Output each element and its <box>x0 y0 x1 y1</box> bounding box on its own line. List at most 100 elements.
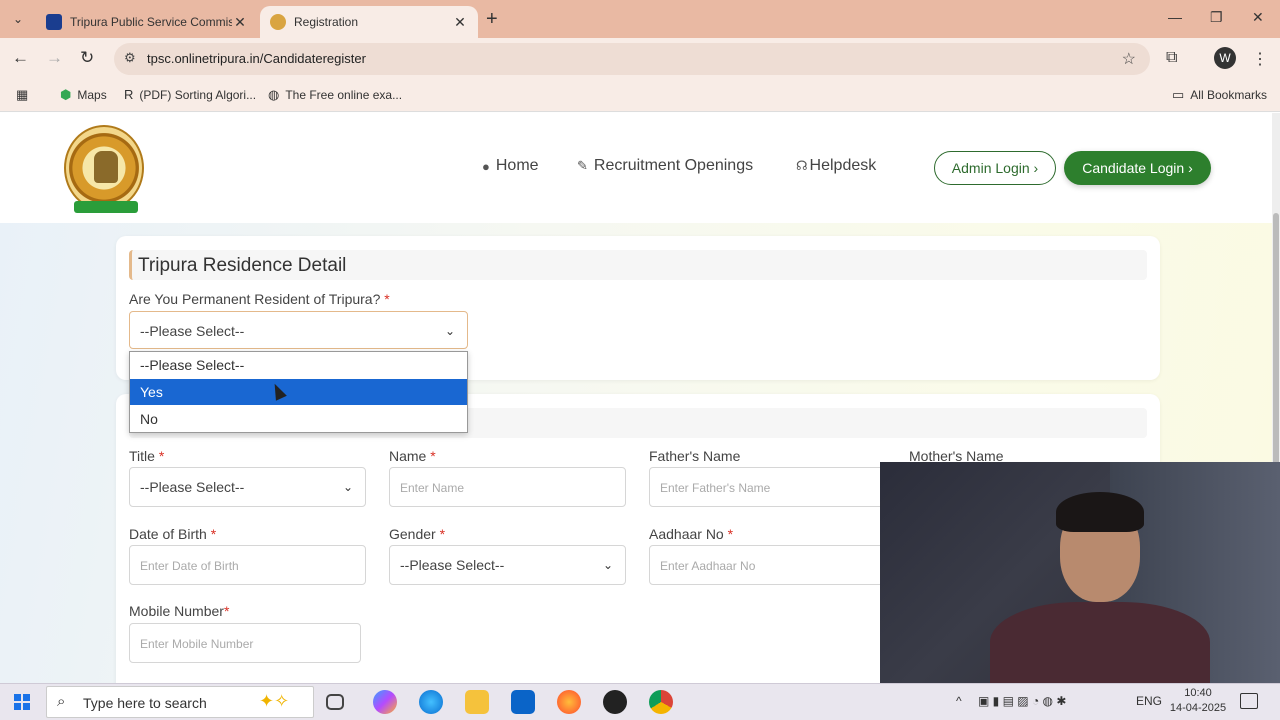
section-header: Tripura Residence Detail <box>129 250 1147 280</box>
close-tab-icon[interactable]: ✕ <box>452 14 468 31</box>
windows-taskbar: ⌕ Type here to search ✦✧ ^ ▣ ▮ ▤ ▨ ◔ ◍ ✱… <box>0 683 1280 720</box>
mobile-input[interactable]: Enter Mobile Number <box>129 623 361 663</box>
father-name-input[interactable]: Enter Father's Name <box>649 467 886 507</box>
back-icon[interactable]: ← <box>12 48 29 68</box>
admin-login-button[interactable]: Admin Login › <box>934 151 1056 185</box>
person-hair <box>1056 492 1144 532</box>
tpsc-logo[interactable] <box>64 125 144 213</box>
nav-label: Recruitment Openings <box>593 157 754 174</box>
required-mark: * <box>223 603 230 619</box>
address-bar[interactable]: ⚙ tpsc.onlinetripura.in/Candidateregiste… <box>114 43 1150 75</box>
copilot-icon[interactable] <box>373 690 397 714</box>
tab-registration[interactable]: Registration ✕ <box>260 6 478 38</box>
bookmark-label: (PDF) Sorting Algori... <box>139 87 257 102</box>
restore-icon[interactable]: ❐ <box>1210 9 1223 26</box>
webcam-overlay <box>880 462 1280 688</box>
aadhaar-input[interactable]: Enter Aadhaar No <box>649 545 886 585</box>
title-select[interactable]: --Please Select-- ⌄ <box>129 467 366 507</box>
file-explorer-icon[interactable] <box>465 690 489 714</box>
tab-tpsc[interactable]: Tripura Public Service Commiss ✕ <box>36 6 258 38</box>
dob-input[interactable]: Enter Date of Birth <box>129 545 366 585</box>
researchgate-icon: R <box>124 87 134 102</box>
extensions-icon[interactable]: ⧉ <box>1166 49 1177 67</box>
name-input[interactable]: Enter Name <box>389 467 626 507</box>
gender-label: Gender * <box>389 526 445 542</box>
select-value: --Please Select-- <box>140 479 245 495</box>
windows-start-icon[interactable] <box>14 694 30 710</box>
taskbar-search[interactable]: ⌕ Type here to search ✦✧ <box>46 686 314 718</box>
tray-icons[interactable]: ▣ ▮ ▤ ▨ ◔ ◍ ✱ <box>978 694 1066 708</box>
chevron-down-icon: ⌄ <box>342 480 353 494</box>
home-icon: ● <box>482 158 490 174</box>
logo-ribbon <box>74 201 138 213</box>
apps-grid-icon[interactable]: ▦ <box>16 87 34 103</box>
required-mark: * <box>158 448 165 464</box>
required-mark: * <box>384 291 390 307</box>
admin-login-label: Admin Login <box>951 160 1030 176</box>
close-window-icon[interactable]: ✕ <box>1252 9 1264 26</box>
clock-date: 14-04-2025 <box>1169 702 1227 714</box>
bookmark-star-icon[interactable]: ☆ <box>1122 49 1136 69</box>
placeholder: Enter Mobile Number <box>140 637 254 651</box>
bookmark-label: Maps <box>77 88 107 102</box>
chevron-down-icon: ⌄ <box>602 558 613 572</box>
nav-recruitment-openings[interactable]: ✎ Recruitment Openings <box>577 157 753 175</box>
browser-toolbar: ← → ↻ ⚙ tpsc.onlinetripura.in/Candidater… <box>0 38 1280 80</box>
close-tab-icon[interactable]: ✕ <box>232 14 248 31</box>
taskbar-clock[interactable]: 10:40 14-04-2025 <box>1168 686 1228 716</box>
resident-question-label: Are You Permanent Resident of Tripura? * <box>129 291 390 307</box>
select-value: --Please Select-- <box>140 323 245 339</box>
tray-overflow-icon[interactable]: ^ <box>956 694 962 708</box>
bookmark-free-exam[interactable]: ◍ The Free online exa... <box>268 87 402 103</box>
option-no[interactable]: No <box>130 406 467 432</box>
language-indicator[interactable]: ENG <box>1136 694 1162 708</box>
app-icon[interactable] <box>603 690 627 714</box>
site-header: ● Home ✎ Recruitment Openings ☊ Helpdesk Ad… <box>0 113 1280 223</box>
tab-search-chevron-icon[interactable]: ⌄ <box>6 7 30 31</box>
url-text: tpsc.onlinetripura.in/Candidateregister <box>147 51 366 66</box>
name-label: Name * <box>389 448 436 464</box>
menu-icon[interactable]: ⋮ <box>1252 49 1268 69</box>
candidate-login-button[interactable]: Candidate Login › <box>1064 151 1211 185</box>
bookmark-maps[interactable]: ⬢ Maps <box>60 87 107 103</box>
edit-icon: ✎ <box>577 158 588 173</box>
nav-home[interactable]: ● Home <box>482 157 539 175</box>
label-text: Father's Name <box>649 448 741 464</box>
helpdesk-icon: ☊ <box>796 158 808 173</box>
firefox-icon[interactable] <box>557 690 581 714</box>
chevron-down-icon: ⌄ <box>444 324 455 338</box>
gender-select[interactable]: --Please Select-- ⌄ <box>389 545 626 585</box>
title-label: Title * <box>129 448 164 464</box>
chrome-icon[interactable] <box>649 690 673 714</box>
option-please-select[interactable]: --Please Select-- <box>130 352 467 378</box>
globe-icon: ◍ <box>268 87 280 102</box>
placeholder: Enter Date of Birth <box>140 559 239 573</box>
option-yes[interactable]: Yes <box>130 379 467 405</box>
bookmark-label: The Free online exa... <box>285 88 403 102</box>
all-bookmarks[interactable]: ▭ All Bookmarks <box>1172 87 1267 103</box>
new-tab-icon[interactable]: + <box>486 8 498 31</box>
select-value: --Please Select-- <box>400 557 505 573</box>
reload-icon[interactable]: ↻ <box>80 48 94 68</box>
dob-label: Date of Birth * <box>129 526 216 542</box>
minimize-icon[interactable]: — <box>1168 9 1182 25</box>
person-body <box>990 602 1210 688</box>
site-info-icon[interactable]: ⚙ <box>124 50 136 66</box>
nav-label: Helpdesk <box>809 157 877 174</box>
nav-helpdesk[interactable]: ☊ Helpdesk <box>796 157 876 175</box>
edge-icon[interactable] <box>419 690 443 714</box>
task-view-icon[interactable] <box>326 694 344 710</box>
bookmark-pdf-sorting[interactable]: R (PDF) Sorting Algori... <box>124 87 256 102</box>
label-text: Gender <box>389 526 436 542</box>
aadhaar-label: Aadhaar No * <box>649 526 733 542</box>
required-mark: * <box>430 448 436 464</box>
placeholder: Enter Name <box>400 481 465 495</box>
emblem-icon <box>94 151 118 183</box>
notification-icon[interactable] <box>1240 693 1258 709</box>
outlook-icon[interactable] <box>511 690 535 714</box>
forward-icon[interactable]: → <box>46 48 63 68</box>
resident-select[interactable]: --Please Select-- ⌄ <box>129 311 468 349</box>
profile-avatar[interactable]: W <box>1214 47 1236 69</box>
candidate-login-label: Candidate Login <box>1082 160 1185 176</box>
folder-icon: ▭ <box>1172 87 1185 102</box>
